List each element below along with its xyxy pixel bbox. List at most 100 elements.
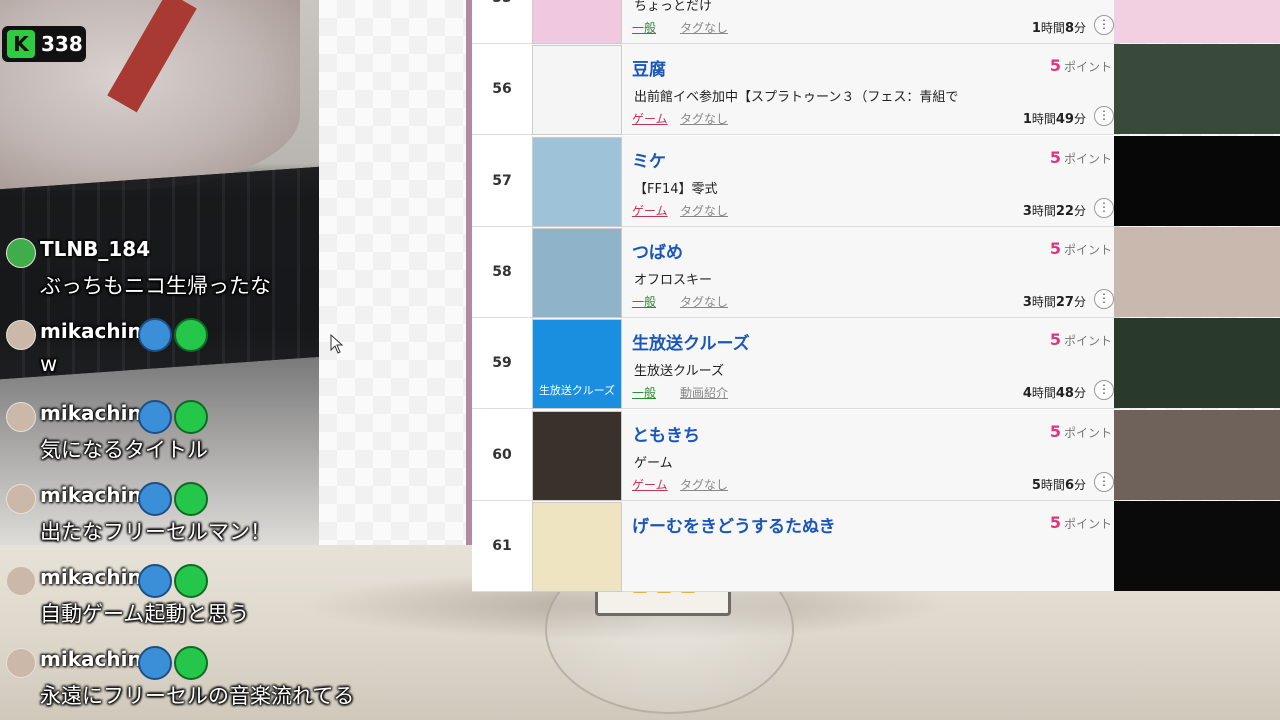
crown-badge-icon — [138, 318, 172, 352]
points-unit: ポイント — [1063, 517, 1112, 531]
rank-number: 56 — [472, 44, 533, 134]
live-preview[interactable] — [1114, 501, 1280, 591]
points-unit: ポイント — [1063, 334, 1112, 348]
chat-text: 永遠にフリーセルの音楽流れてる — [40, 684, 355, 708]
category-link[interactable]: ゲーム — [632, 476, 668, 493]
ranking-row[interactable]: 59 生放送クルーズ 生放送クルーズ 5 ポイント 生放送クルーズ 一般 動画紹介 4時間48分… — [472, 318, 1120, 409]
ranking-row[interactable]: 61 げーむをきどうするたぬき 5 ポイント — [472, 501, 1120, 592]
category-link[interactable]: 一般 — [632, 19, 656, 36]
duration-hours: 5 — [1031, 478, 1041, 493]
duration-minutes: 8 — [1064, 21, 1074, 36]
tag-link[interactable]: タグなし — [680, 476, 728, 493]
tag-link[interactable]: タグなし — [680, 202, 728, 219]
star-badge-icon — [174, 400, 208, 434]
more-options-icon[interactable]: ⋮ — [1094, 106, 1114, 126]
more-options-icon[interactable]: ⋮ — [1094, 15, 1114, 35]
tag-link[interactable]: タグなし — [680, 293, 728, 310]
rank-number: 58 — [472, 227, 533, 317]
stream-thumbnail[interactable] — [532, 45, 622, 135]
stream-thumbnail[interactable]: 生放送クルーズ — [532, 319, 622, 409]
chat-username: mikachin — [40, 319, 142, 343]
live-preview[interactable] — [1114, 410, 1280, 500]
points-label: 5 ポイント — [1050, 56, 1112, 75]
points-unit: ポイント — [1063, 426, 1112, 440]
rank-number: 60 — [472, 410, 533, 500]
user-avatar — [6, 648, 36, 678]
thumbnail-caption: 生放送クルーズ — [538, 384, 616, 397]
duration-minutes-unit: 分 — [1073, 112, 1086, 126]
stream-duration: 1時間8分 — [1032, 19, 1086, 36]
stream-title: 【FF14】零式 — [634, 182, 718, 197]
more-options-icon[interactable]: ⋮ — [1094, 380, 1114, 400]
rank-number: 57 — [472, 136, 533, 226]
streamer-name-link[interactable]: 生放送クルーズ — [632, 329, 750, 354]
stream-thumbnail[interactable] — [532, 411, 622, 501]
streamer-name-link[interactable]: ミケ — [632, 147, 666, 172]
chat-text: ぶっちもニコ生帰ったな — [40, 274, 271, 298]
category-link[interactable]: ゲーム — [632, 110, 668, 127]
duration-hours-unit: 時間 — [1040, 21, 1065, 35]
star-badge-icon — [174, 564, 208, 598]
live-preview[interactable] — [1114, 44, 1280, 134]
more-options-icon[interactable]: ⋮ — [1094, 472, 1114, 492]
stream-thumbnail[interactable] — [532, 0, 622, 44]
live-preview[interactable] — [1114, 136, 1280, 226]
rank-number: 59 — [472, 318, 533, 408]
points-unit: ポイント — [1063, 60, 1112, 74]
duration-hours: 1 — [1031, 21, 1041, 36]
ranking-row[interactable]: 57 ミケ 5 ポイント 【FF14】零式 ゲーム タグなし 3時間22分 ⋮ — [472, 136, 1120, 227]
live-preview[interactable] — [1114, 318, 1280, 408]
duration-minutes-unit: 分 — [1073, 21, 1086, 35]
duration-minutes-unit: 分 — [1073, 204, 1086, 218]
stream-title: ちょっとだけ — [634, 0, 713, 14]
streamer-name-link[interactable]: 豆腐 — [632, 55, 666, 80]
rank-number: 61 — [472, 501, 533, 591]
stream-duration: 4時間48分 — [1023, 384, 1086, 401]
ranking-row[interactable]: 56 豆腐 5 ポイント 出前館イベ参加中【スプラトゥーン３（フェス：青組で ゲーム タグな… — [472, 44, 1120, 135]
duration-hours: 3 — [1022, 204, 1032, 219]
duration-minutes-unit: 分 — [1073, 295, 1086, 309]
more-options-icon[interactable]: ⋮ — [1094, 289, 1114, 309]
live-preview[interactable] — [1114, 227, 1280, 317]
viewer-count: 338 — [41, 32, 83, 56]
chat-text: w — [40, 352, 58, 376]
user-avatar — [6, 402, 36, 432]
streamer-name-link[interactable]: ともきち — [632, 421, 700, 446]
tag-link[interactable]: タグなし — [680, 110, 728, 127]
points-value: 5 — [1049, 422, 1061, 441]
stream-duration: 5時間6分 — [1032, 476, 1086, 493]
tag-link[interactable]: タグなし — [680, 19, 728, 36]
user-avatar — [6, 238, 36, 268]
stream-thumbnail[interactable] — [532, 502, 622, 592]
tag-link[interactable]: 動画紹介 — [680, 384, 728, 401]
star-badge-icon — [174, 646, 208, 680]
ranking-row[interactable]: 60 ともきち 5 ポイント ゲーム ゲーム タグなし 5時間6分 ⋮ — [472, 410, 1120, 501]
kick-logo-icon: K — [7, 30, 35, 58]
chat-text: 気になるタイトル — [40, 438, 208, 462]
duration-hours-unit: 時間 — [1031, 204, 1056, 218]
stream-thumbnail[interactable] — [532, 228, 622, 318]
category-link[interactable]: 一般 — [632, 293, 656, 310]
ranking-row[interactable]: 555ポイントちょっとだけ一般タグなし1時間8分⋮ — [472, 0, 1120, 44]
points-label: 5 ポイント — [1050, 422, 1112, 441]
star-badge-icon — [174, 318, 208, 352]
live-preview[interactable] — [1114, 0, 1280, 43]
ranking-row[interactable]: 58 つばめ 5 ポイント オフロスキー 一般 タグなし 3時間27分 ⋮ — [472, 227, 1120, 318]
chat-text: 自動ゲーム起動と思う — [40, 602, 250, 626]
chat-username: mikachin — [40, 647, 142, 671]
streamer-name-link[interactable]: つばめ — [632, 238, 683, 263]
duration-hours: 3 — [1022, 295, 1032, 310]
stream-title: ゲーム — [634, 456, 673, 471]
duration-minutes: 48 — [1055, 386, 1074, 401]
more-options-icon[interactable]: ⋮ — [1094, 198, 1114, 218]
category-link[interactable]: ゲーム — [632, 202, 668, 219]
duration-hours-unit: 時間 — [1031, 112, 1056, 126]
points-value: 5 — [1049, 513, 1061, 532]
streamer-name-link[interactable]: げーむをきどうするたぬき — [632, 512, 836, 537]
stream-duration: 1時間49分 — [1023, 110, 1086, 127]
points-unit: ポイント — [1063, 152, 1112, 166]
duration-minutes-unit: 分 — [1073, 386, 1086, 400]
duration-minutes: 27 — [1055, 295, 1074, 310]
stream-thumbnail[interactable] — [532, 137, 622, 227]
category-link[interactable]: 一般 — [632, 384, 656, 401]
